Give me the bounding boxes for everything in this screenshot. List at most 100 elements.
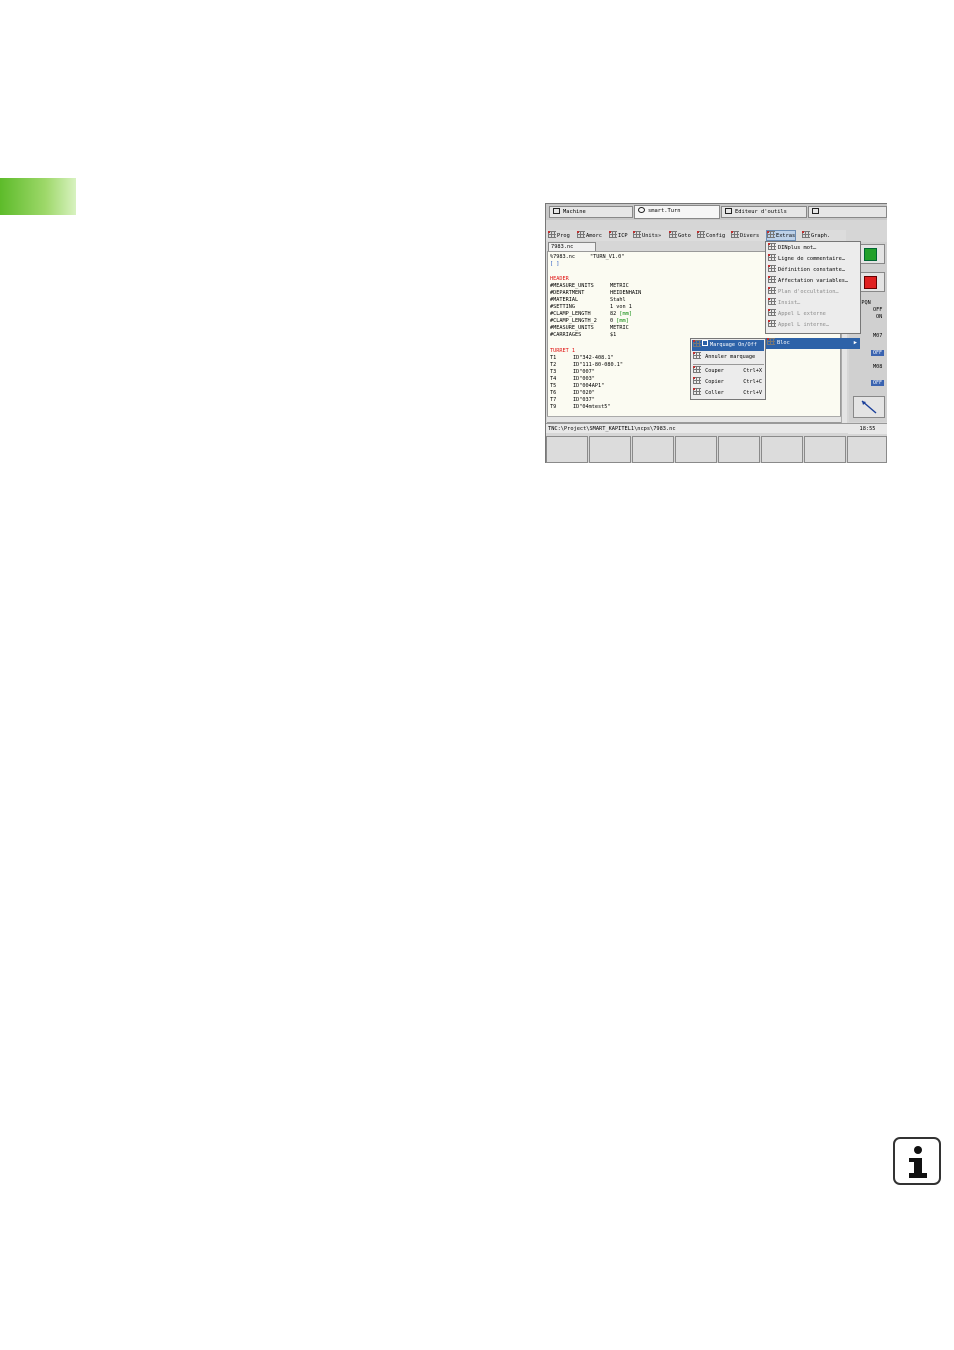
menu-amorc[interactable]: Amorc bbox=[577, 231, 602, 240]
menu-icp[interactable]: ICP bbox=[609, 231, 628, 240]
extras-dropdown: DINplus mot… Ligne de commentaire… Défin… bbox=[765, 241, 861, 334]
menu-separator bbox=[693, 364, 764, 365]
grid-icon bbox=[693, 377, 701, 384]
code-line: T5 ID"004AP1" bbox=[550, 383, 605, 389]
off-badge[interactable]: OFF bbox=[871, 350, 885, 356]
diagonal-arrow-icon bbox=[861, 400, 877, 414]
menu-item-paste[interactable]: Coller Ctrl+V bbox=[692, 388, 764, 399]
code-line: T3 ID"007" bbox=[550, 369, 595, 375]
menu-graph[interactable]: Graph. bbox=[802, 231, 830, 240]
softkey-2[interactable] bbox=[589, 436, 631, 463]
grid-icon bbox=[768, 254, 776, 261]
grid-icon bbox=[768, 243, 776, 250]
menu-goto[interactable]: Goto bbox=[669, 231, 691, 240]
softkey-bar bbox=[546, 436, 887, 463]
softkey-7[interactable] bbox=[804, 436, 846, 463]
code-line: T1 ID"342-408.1" bbox=[550, 355, 614, 361]
menu-item-mark-toggle[interactable]: Marquage On/Off bbox=[692, 340, 764, 351]
grid-icon bbox=[669, 231, 677, 238]
tab-save[interactable] bbox=[808, 206, 887, 218]
grid-icon bbox=[633, 231, 641, 238]
softkey-3[interactable] bbox=[632, 436, 674, 463]
checkbox-icon bbox=[702, 340, 708, 346]
code-line: #CARRIAGES $1 bbox=[550, 332, 617, 338]
softkey-1[interactable] bbox=[546, 436, 588, 463]
code-line: T7 ID"037" bbox=[550, 397, 595, 403]
floppy-icon bbox=[812, 208, 819, 214]
menu-item-internal-call: Appel L interne… bbox=[767, 320, 859, 331]
clock: 18:55 bbox=[848, 423, 887, 434]
menu-item-external-call: Appel L externe bbox=[767, 309, 859, 320]
softkey-5[interactable] bbox=[718, 436, 760, 463]
menu-divers[interactable]: Divers bbox=[731, 231, 759, 240]
tab-smart-turn[interactable]: smart.Turn bbox=[634, 205, 720, 219]
off-badge[interactable]: OFF bbox=[871, 380, 885, 386]
menu-item-insist: Insist… bbox=[767, 298, 859, 309]
grid-icon bbox=[802, 231, 810, 238]
menu-item-copy[interactable]: Copier Ctrl+C bbox=[692, 377, 764, 388]
code-line: T9 ID"04mtest5" bbox=[550, 404, 611, 410]
code-line: #DEPARTMENT HEIDENHAIN bbox=[550, 290, 642, 296]
menu-item-comment-line[interactable]: Ligne de commentaire… bbox=[767, 254, 859, 265]
bloc-submenu: Marquage On/Off Annuler marquage Couper C… bbox=[690, 338, 766, 400]
machine-icon bbox=[553, 208, 560, 214]
code-line: #CLAMP_LENGTH_2 0 [mm] bbox=[550, 318, 629, 324]
grid-icon bbox=[577, 231, 585, 238]
off-label: OFF bbox=[873, 307, 883, 313]
grid-icon bbox=[693, 388, 701, 395]
grid-icon bbox=[697, 231, 705, 238]
softkey-6[interactable] bbox=[761, 436, 803, 463]
m07-label: M07 bbox=[873, 333, 883, 339]
on-label: ON bbox=[876, 314, 883, 320]
grid-icon bbox=[768, 320, 776, 327]
code-line: T6 ID"020" bbox=[550, 390, 595, 396]
cycle-start-icon bbox=[864, 248, 877, 261]
menu-item-bloc[interactable]: Bloc ▶ bbox=[766, 338, 860, 349]
grid-icon bbox=[768, 298, 776, 305]
grid-icon bbox=[609, 231, 617, 238]
grid-icon bbox=[767, 338, 775, 345]
code-line: #SETTING 1 von 1 bbox=[550, 304, 632, 310]
cycle-stop-icon bbox=[864, 276, 877, 289]
smart-turn-icon bbox=[638, 207, 645, 213]
code-line: #CLAMP_LENGTH 82 [mm] bbox=[550, 311, 632, 317]
tab-tool-editor[interactable]: Editeur d'outils bbox=[721, 206, 807, 218]
code-line: T4 ID"003" bbox=[550, 376, 595, 382]
jog-button[interactable] bbox=[853, 396, 885, 418]
code-line: TURRET 1 bbox=[550, 348, 575, 354]
code-line: HEADER bbox=[550, 276, 569, 282]
menu-item-cancel-mark[interactable]: Annuler marquage bbox=[692, 352, 764, 363]
softkey-8[interactable] bbox=[847, 436, 887, 463]
menu-prog[interactable]: Prog bbox=[548, 231, 570, 240]
menu-item-constant-definition[interactable]: Définition constante… bbox=[767, 265, 859, 276]
code-line: T2 ID"111-80-080.1" bbox=[550, 362, 623, 368]
menu-item-dinplus[interactable]: DINplus mot… bbox=[767, 243, 859, 254]
grid-icon bbox=[548, 231, 556, 238]
status-path: TNC:\Project\SMART_KAPITEL1\ncps\7983.nc bbox=[546, 423, 848, 433]
menu-item-variable-assignment[interactable]: Affectation variables… bbox=[767, 276, 859, 287]
m08-label: M08 bbox=[873, 364, 883, 370]
code-line: #MEASURE_UNITS METRIC bbox=[550, 325, 629, 331]
file-tab[interactable]: 7983.nc bbox=[548, 242, 596, 251]
mode-tab-bar: Machine smart.Turn Editeur d'outils bbox=[546, 204, 887, 220]
menu-item-blanking-plane: Plan d'occultation… bbox=[767, 287, 859, 298]
tool-editor-icon bbox=[725, 208, 732, 214]
grid-icon bbox=[731, 231, 739, 238]
grid-icon bbox=[767, 231, 775, 238]
code-line: #MEASURE_UNITS METRIC bbox=[550, 283, 629, 289]
menu-extras[interactable]: Extras bbox=[766, 230, 797, 241]
code-line: %7983.nc "TURN_V1.0" bbox=[550, 254, 625, 260]
info-icon bbox=[893, 1137, 941, 1185]
code-line: #MATERIAL Stahl bbox=[550, 297, 626, 303]
menu-item-cut[interactable]: Couper Ctrl+X bbox=[692, 366, 764, 377]
grid-icon bbox=[693, 352, 701, 359]
softkey-4[interactable] bbox=[675, 436, 717, 463]
grid-icon bbox=[768, 265, 776, 272]
horizontal-scrollbar[interactable] bbox=[547, 416, 841, 422]
grid-icon bbox=[693, 366, 701, 373]
tab-machine[interactable]: Machine bbox=[549, 206, 633, 218]
chapter-tab-marker bbox=[0, 178, 76, 215]
menu-config[interactable]: Config bbox=[697, 231, 725, 240]
menu-units[interactable]: Units» bbox=[633, 231, 661, 240]
code-line: [ ] bbox=[550, 261, 560, 267]
